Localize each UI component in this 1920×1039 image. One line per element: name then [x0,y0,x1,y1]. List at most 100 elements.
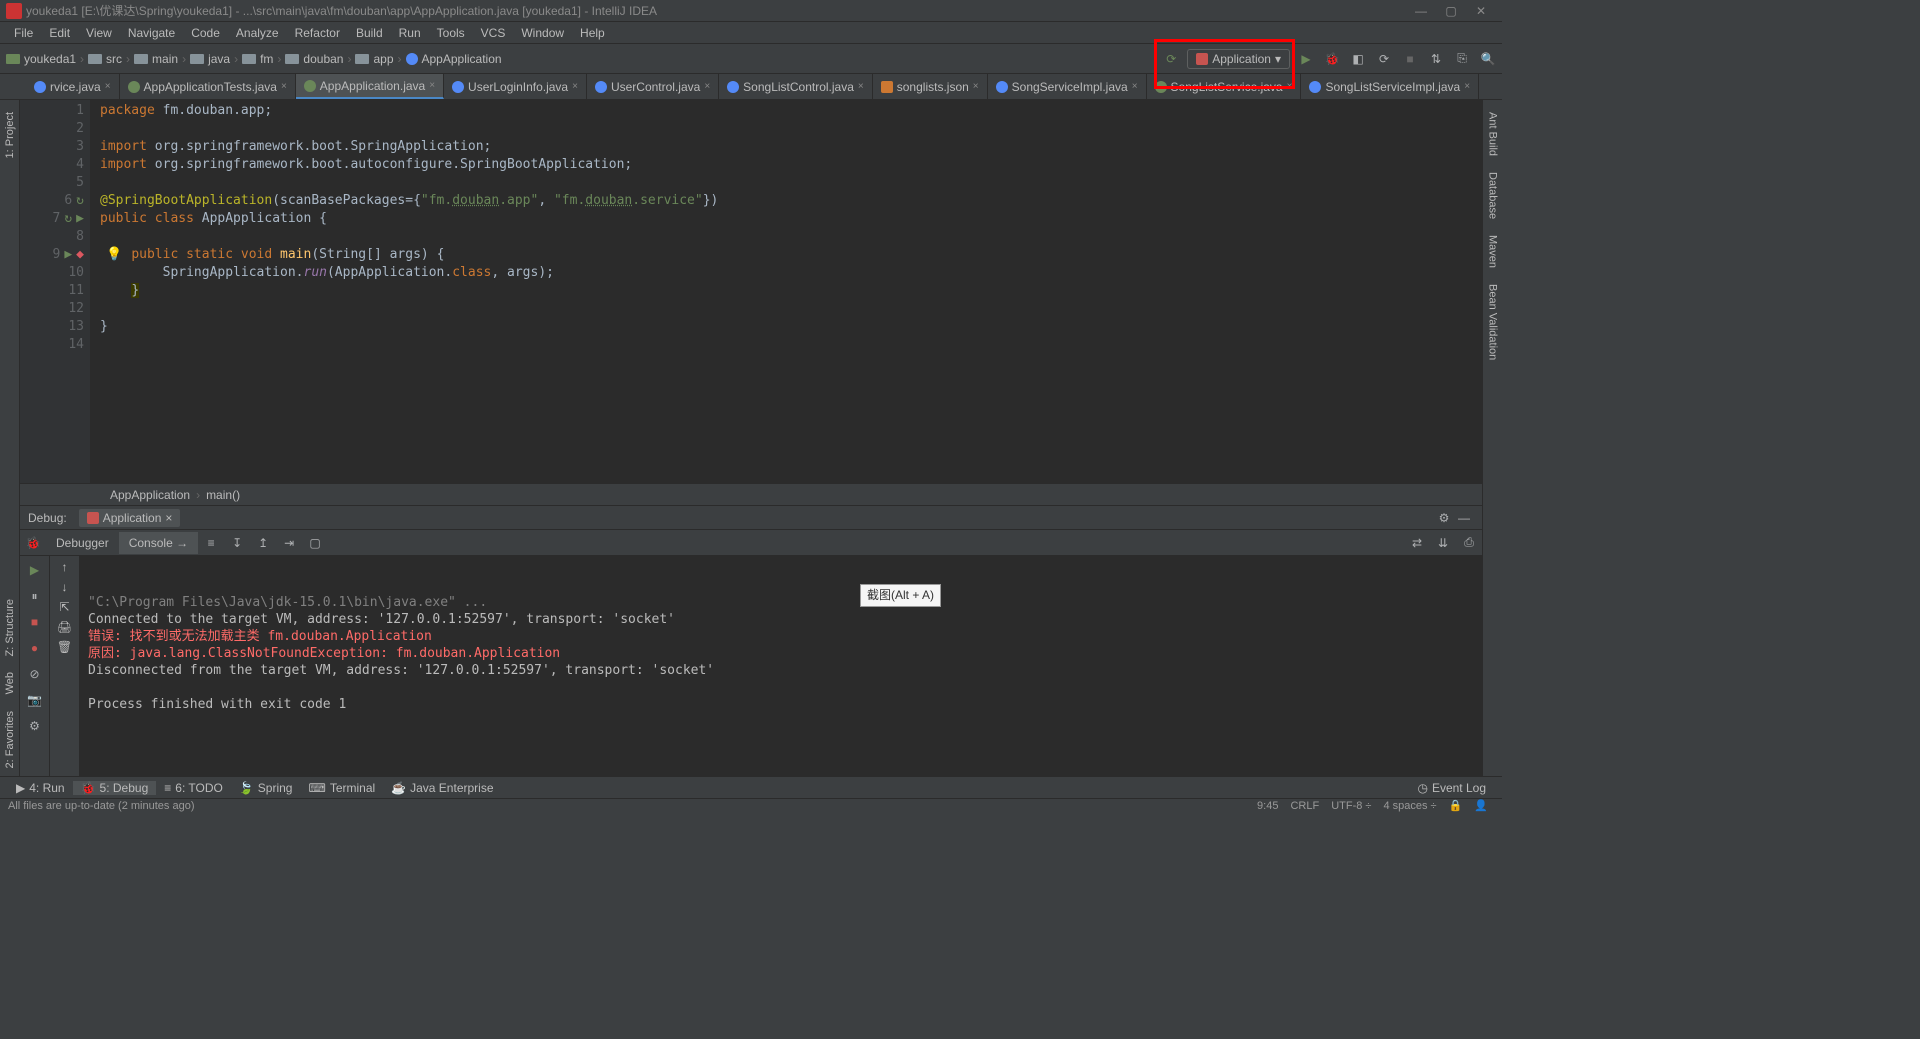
editor-tab[interactable]: SongServiceImpl.java× [988,74,1147,99]
settings-icon[interactable]: ⚙ [25,716,45,736]
stop-icon[interactable]: ■ [25,612,45,632]
toolwindow-ant[interactable]: Ant Build [1487,112,1499,156]
mute-breakpoints-icon[interactable]: ⊘ [25,664,45,684]
toolwindow-project[interactable]: 1: Project [4,112,16,158]
console-output[interactable]: "C:\Program Files\Java\jdk-15.0.1\bin\ja… [80,556,1482,776]
camera-icon[interactable]: 📷 [25,690,45,710]
crumb-class[interactable]: AppApplication [110,488,190,502]
toolwindow-web[interactable]: Web [4,672,16,694]
editor-tab[interactable]: SongListControl.java× [719,74,873,99]
close-icon[interactable]: × [165,511,172,525]
search-everywhere-icon[interactable]: 🔍 [1478,49,1498,69]
line-separator[interactable]: CRLF [1284,800,1325,812]
pause-icon[interactable]: ⏸ [25,586,45,606]
close-icon[interactable]: × [105,81,111,92]
debug-settings-icon[interactable]: ⚙ [1434,511,1454,525]
menu-help[interactable]: Help [572,24,613,42]
close-icon[interactable]: × [1132,81,1138,92]
breadcrumb-item[interactable]: douban [283,52,345,66]
toolwindow-todo[interactable]: ≡ 6: TODO [156,781,231,795]
close-icon[interactable]: × [973,81,979,92]
lock-icon[interactable]: 🔒 [1443,799,1469,812]
close-icon[interactable]: × [1464,81,1470,92]
debug-rerun-icon[interactable]: 🐞 [20,536,46,550]
breadcrumb-item[interactable]: main [132,52,180,66]
editor-tab[interactable]: UserLoginInfo.java× [444,74,587,99]
close-button[interactable]: ✕ [1466,4,1496,18]
editor-tab[interactable]: SongListServiceImpl.java× [1301,74,1479,99]
menu-view[interactable]: View [78,24,120,42]
toolwindow-structure[interactable]: Z: Structure [4,599,16,656]
toolwindow-terminal[interactable]: ⌨ Terminal [300,781,383,795]
breadcrumb-item[interactable]: fm [240,52,275,66]
breadcrumb-item[interactable]: java [188,52,232,66]
close-icon[interactable]: × [1287,81,1293,92]
menu-file[interactable]: File [6,24,41,42]
resume-icon[interactable]: ▶ [25,560,45,580]
close-icon[interactable]: × [704,81,710,92]
evaluate-icon[interactable]: ▢ [302,536,328,550]
vcs-update-icon[interactable]: ⇅ [1426,49,1446,69]
coverage-button[interactable]: ◧ [1348,49,1368,69]
step-out-icon[interactable]: ↥ [250,536,276,550]
menu-analyze[interactable]: Analyze [228,24,287,42]
profile-button[interactable]: ⟳ [1374,49,1394,69]
print-icon[interactable]: ⎙ [1456,535,1482,550]
toolwindow-javaee[interactable]: ☕ Java Enterprise [383,781,501,795]
clear-icon[interactable]: 🗑 [57,640,72,654]
debugger-tab[interactable]: Debugger [46,532,119,554]
menu-vcs[interactable]: VCS [473,24,514,42]
maximize-button[interactable]: ▢ [1436,4,1466,18]
export-icon[interactable]: ⇱ [59,600,69,614]
menu-build[interactable]: Build [348,24,391,42]
editor-tab[interactable]: AppApplication.java× [296,74,444,99]
toolwindow-bean-validation[interactable]: Bean Validation [1487,284,1499,360]
caret-position[interactable]: 9:45 [1251,800,1284,812]
menu-navigate[interactable]: Navigate [120,24,183,42]
debug-button[interactable]: 🐞 [1322,49,1342,69]
step-into-icon[interactable]: ↧ [224,536,250,550]
editor-tab[interactable]: AppApplicationTests.java× [120,74,296,99]
toolwindow-debug[interactable]: 🐞 5: Debug [73,781,157,795]
menu-code[interactable]: Code [183,24,228,42]
hector-icon[interactable]: 👤 [1468,799,1494,812]
vcs-commit-icon[interactable]: ⎘ [1452,49,1472,69]
down-icon[interactable]: ↓ [62,580,68,594]
editor-tab[interactable]: UserControl.java× [587,74,719,99]
soft-wrap-icon[interactable]: ⇄ [1404,536,1430,550]
editor-tab[interactable]: SongListService.java× [1147,74,1302,99]
stop-button[interactable]: ■ [1400,49,1420,69]
build-button[interactable]: ⟳ [1161,49,1181,69]
toolwindow-favorites[interactable]: 2: Favorites [4,711,16,768]
editor[interactable]: 123456↻7↻▶89▶◆1011121314 package fm.doub… [20,100,1482,483]
editor-tab[interactable]: songlists.json× [873,74,988,99]
menu-run[interactable]: Run [391,24,429,42]
breadcrumb-item[interactable]: app [353,52,395,66]
print-console-icon[interactable]: 🖨 [57,620,72,634]
file-encoding[interactable]: UTF-8 ÷ [1325,800,1377,812]
intention-bulb-icon[interactable]: 💡 [106,246,122,264]
minimize-button[interactable]: — [1406,4,1436,18]
close-icon[interactable]: × [858,81,864,92]
editor-content[interactable]: package fm.douban.app; import org.spring… [90,100,1482,483]
console-tab[interactable]: Console → [119,532,198,554]
editor-tab[interactable]: rvice.java× [26,74,120,99]
close-icon[interactable]: × [429,80,435,91]
menu-tools[interactable]: Tools [429,24,473,42]
close-icon[interactable]: × [572,81,578,92]
scroll-end-icon[interactable]: ⇊ [1430,536,1456,550]
run-button[interactable]: ▶ [1296,49,1316,69]
crumb-method[interactable]: main() [206,488,240,502]
breadcrumb-item[interactable]: youkeda1 [4,52,78,66]
toolwindow-spring[interactable]: 🍃 Spring [231,781,301,795]
view-breakpoints-icon[interactable]: ● [25,638,45,658]
menu-refactor[interactable]: Refactor [287,24,348,42]
debug-session-tab[interactable]: Application × [79,509,181,527]
breadcrumb-item[interactable]: src [86,52,124,66]
toolwindow-eventlog[interactable]: ◷ Event Log [1409,781,1494,795]
step-over-icon[interactable]: ≡ [198,536,224,550]
toolwindow-database[interactable]: Database [1487,172,1499,219]
menu-edit[interactable]: Edit [41,24,78,42]
run-to-cursor-icon[interactable]: ⇥ [276,536,302,550]
menu-window[interactable]: Window [513,24,572,42]
